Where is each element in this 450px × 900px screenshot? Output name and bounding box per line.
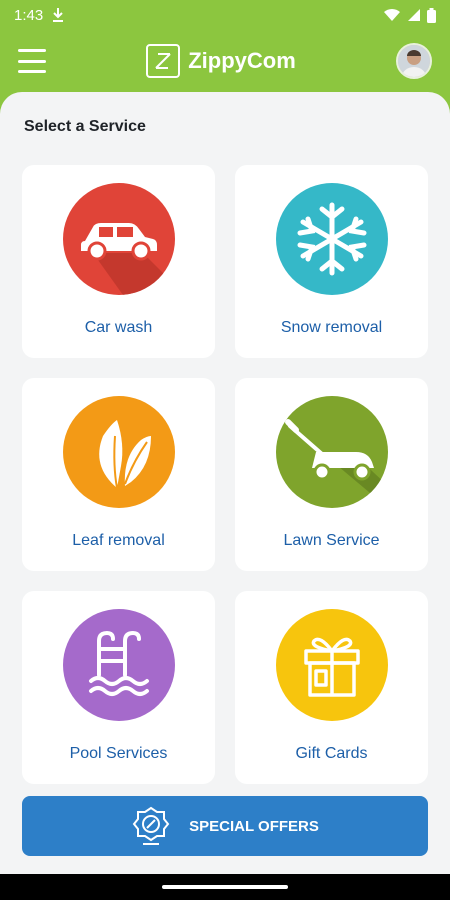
signal-icon xyxy=(408,9,420,21)
status-bar: 1:43 xyxy=(0,0,450,30)
home-indicator[interactable] xyxy=(162,885,288,889)
service-card-gift-cards[interactable]: Gift Cards xyxy=(235,591,428,784)
service-card-car-wash[interactable]: Car wash xyxy=(22,165,215,358)
system-nav-bar xyxy=(0,874,450,900)
service-label: Leaf removal xyxy=(72,532,165,549)
avatar[interactable] xyxy=(396,43,432,79)
battery-icon xyxy=(427,7,436,23)
service-card-leaf-removal[interactable]: Leaf removal xyxy=(22,378,215,571)
service-panel: Select a Service Car wash Snow removal L… xyxy=(0,92,450,874)
service-label: Pool Services xyxy=(69,745,168,762)
gift-icon xyxy=(275,609,388,721)
leaf-icon xyxy=(62,396,175,508)
car-icon xyxy=(62,183,175,295)
logo-icon xyxy=(146,44,181,78)
lawn-mower-icon xyxy=(275,396,388,508)
menu-icon[interactable] xyxy=(18,49,46,73)
service-label: Gift Cards xyxy=(295,745,368,762)
service-label: Snow removal xyxy=(280,319,383,336)
app-title: ZippyCom xyxy=(188,48,296,73)
special-offers-button[interactable]: SPECIAL OFFERS xyxy=(22,796,428,856)
service-card-pool-services[interactable]: Pool Services xyxy=(22,591,215,784)
pool-ladder-icon xyxy=(62,609,175,721)
service-card-snow-removal[interactable]: Snow removal xyxy=(235,165,428,358)
service-card-lawn-service[interactable]: Lawn Service xyxy=(235,378,428,571)
snowflake-icon xyxy=(275,183,388,295)
service-label: Lawn Service xyxy=(283,532,380,549)
status-time: 1:43 xyxy=(14,6,44,24)
download-icon xyxy=(53,8,64,22)
page-title: Select a Service xyxy=(24,118,146,135)
app-bar: ZippyCom xyxy=(0,30,450,92)
app-brand: ZippyCom xyxy=(146,44,296,78)
discount-badge-icon xyxy=(132,806,170,845)
service-label: Car wash xyxy=(84,319,153,336)
special-offers-label: SPECIAL OFFERS xyxy=(189,817,319,835)
wifi-icon xyxy=(384,8,400,21)
